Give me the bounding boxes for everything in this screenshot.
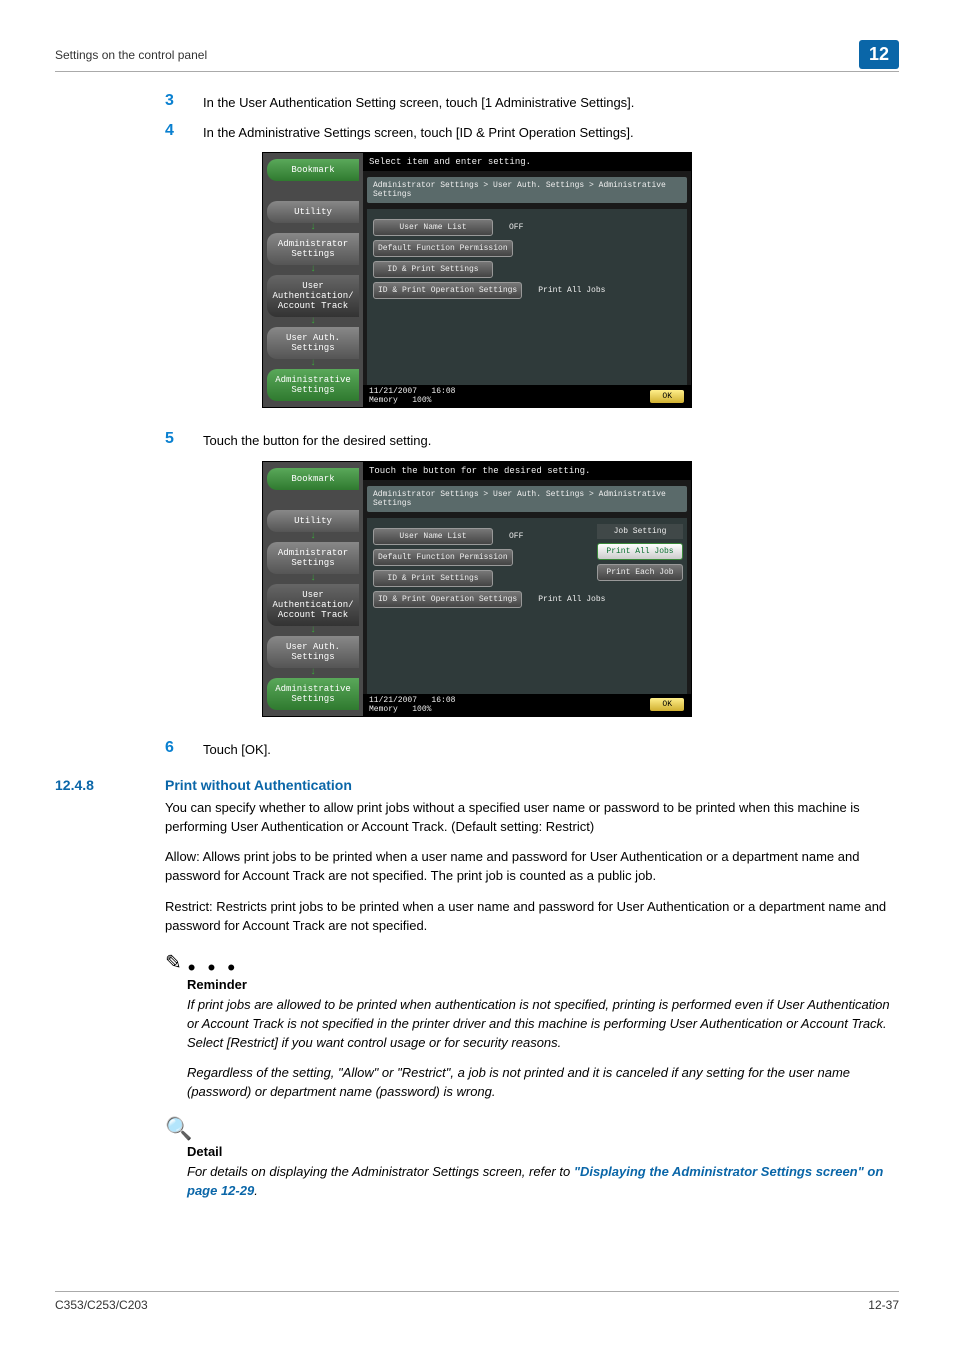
id-print-operation-value: Print All Jobs [528,286,605,295]
reminder-text: Regardless of the setting, "Allow" or "R… [187,1064,899,1102]
administrative-settings-tab[interactable]: Administrative Settings [267,369,359,401]
utility-tab[interactable]: Utility [267,201,359,223]
print-all-jobs-option[interactable]: Print All Jobs [597,543,683,560]
ok-button[interactable]: OK [649,389,685,404]
step-text: In the User Authentication Setting scree… [203,92,634,112]
user-auth-account-track-tab[interactable]: User Authentication/ Account Track [267,275,359,317]
step-number: 5 [165,430,203,450]
id-print-settings-button[interactable]: ID & Print Settings [373,570,493,587]
reminder-text: If print jobs are allowed to be printed … [187,996,899,1053]
reminder-icon-row: ✎ • • • [165,950,899,975]
user-name-list-value: OFF [499,223,523,232]
user-auth-settings-tab[interactable]: User Auth. Settings [267,636,359,668]
screen-banner: Select item and enter setting. [363,153,691,171]
header-title: Settings on the control panel [55,48,207,62]
page-footer: C353/C253/C203 12-37 [55,1291,899,1312]
detail-text: For details on displaying the Administra… [187,1163,899,1201]
step-number: 4 [165,122,203,142]
job-setting-header: Job Setting [597,524,683,539]
step-text: In the Administrative Settings screen, t… [203,122,634,142]
id-print-operation-settings-button[interactable]: ID & Print Operation Settings [373,282,522,299]
footer-datetime: 11/21/2007 16:08 Memory 100% [369,387,455,405]
body-paragraph: Allow: Allows print jobs to be printed w… [165,848,899,886]
ok-button[interactable]: OK [649,697,685,712]
utility-tab[interactable]: Utility [267,510,359,532]
step-text: Touch [OK]. [203,739,271,759]
device-screenshot-1: Bookmark Utility ↓ Administrator Setting… [55,152,899,408]
breadcrumb: Administrator Settings > User Auth. Sett… [367,486,687,512]
footer-datetime: 11/21/2007 16:08 Memory 100% [369,696,455,714]
default-function-permission-button[interactable]: Default Function Permission [373,549,513,566]
ellipsis-icon: • • • [188,963,238,975]
arrow-down-icon: ↓ [267,319,359,325]
arrow-down-icon: ↓ [267,361,359,367]
id-print-settings-button[interactable]: ID & Print Settings [373,261,493,278]
device-screenshot-2: Bookmark Utility ↓ Administrator Setting… [55,461,899,717]
administrative-settings-tab[interactable]: Administrative Settings [267,678,359,710]
bookmark-tab[interactable]: Bookmark [267,468,359,490]
body-paragraph: Restrict: Restricts print jobs to be pri… [165,898,899,936]
breadcrumb: Administrator Settings > User Auth. Sett… [367,177,687,203]
print-each-job-option[interactable]: Print Each Job [597,564,683,581]
administrator-settings-tab[interactable]: Administrator Settings [267,233,359,265]
id-print-operation-settings-button[interactable]: ID & Print Operation Settings [373,591,522,608]
detail-icon-row: 🔍 [165,1116,899,1142]
user-auth-settings-tab[interactable]: User Auth. Settings [267,327,359,359]
step-5: 5 Touch the button for the desired setti… [165,430,899,450]
arrow-down-icon: ↓ [267,225,359,231]
detail-label: Detail [187,1144,899,1159]
reminder-label: Reminder [187,977,899,992]
section-heading: 12.4.8 Print without Authentication [55,777,899,793]
arrow-down-icon: ↓ [267,628,359,634]
arrow-down-icon: ↓ [267,670,359,676]
page-header: Settings on the control panel 12 [55,40,899,72]
section-number: 12.4.8 [55,777,165,793]
job-setting-panel: Job Setting Print All Jobs Print Each Jo… [597,524,683,581]
pen-icon: ✎ [165,950,182,975]
user-name-list-button[interactable]: User Name List [373,528,493,545]
arrow-down-icon: ↓ [267,576,359,582]
chapter-number: 12 [859,40,899,69]
step-3: 3 In the User Authentication Setting scr… [165,92,899,112]
arrow-down-icon: ↓ [267,534,359,540]
user-auth-account-track-tab[interactable]: User Authentication/ Account Track [267,584,359,626]
section-title: Print without Authentication [165,777,352,793]
step-number: 6 [165,739,203,759]
page-number: 12-37 [868,1298,899,1312]
step-text: Touch the button for the desired setting… [203,430,431,450]
step-6: 6 Touch [OK]. [165,739,899,759]
default-function-permission-button[interactable]: Default Function Permission [373,240,513,257]
user-name-list-value: OFF [499,532,523,541]
step-number: 3 [165,92,203,112]
model-number: C353/C253/C203 [55,1298,148,1312]
arrow-down-icon: ↓ [267,267,359,273]
step-4: 4 In the Administrative Settings screen,… [165,122,899,142]
administrator-settings-tab[interactable]: Administrator Settings [267,542,359,574]
bookmark-tab[interactable]: Bookmark [267,159,359,181]
body-paragraph: You can specify whether to allow print j… [165,799,899,837]
user-name-list-button[interactable]: User Name List [373,219,493,236]
screen-banner: Touch the button for the desired setting… [363,462,691,480]
magnifier-icon: 🔍 [165,1116,192,1142]
id-print-operation-value: Print All Jobs [528,595,605,604]
